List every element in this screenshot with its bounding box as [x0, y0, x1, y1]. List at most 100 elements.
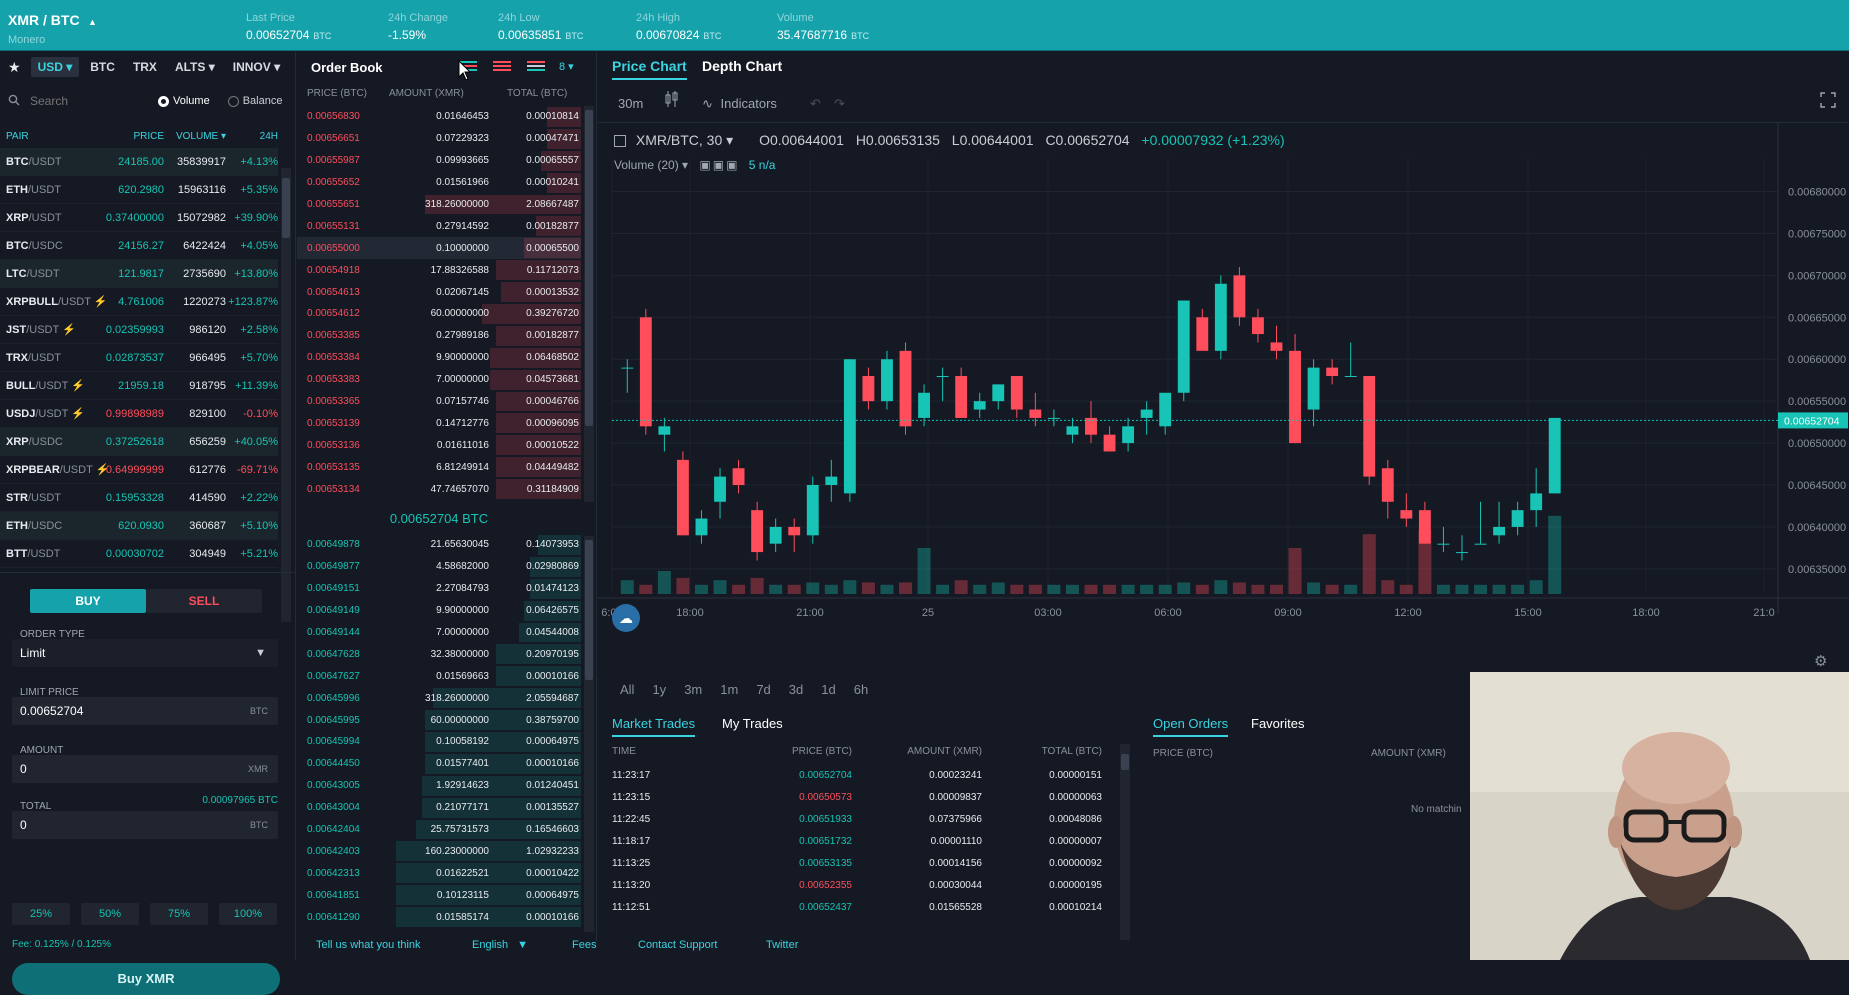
market-row[interactable]: USDJ/USDT ⚡ 0.99898989 829100 -0.10%: [0, 400, 278, 428]
range-3[interactable]: 1m: [720, 682, 738, 697]
market-tab-4[interactable]: INNOV ▾: [226, 57, 287, 77]
bid-row[interactable]: 0.00641851 0.10123115 0.00064975: [297, 884, 581, 906]
ask-row[interactable]: 0.00653383 7.00000000 0.04573681: [297, 369, 581, 391]
tab-depth-chart[interactable]: Depth Chart: [702, 58, 782, 74]
col-price[interactable]: PRICE: [90, 131, 164, 142]
tab-price-chart[interactable]: Price Chart: [612, 58, 687, 80]
ask-row[interactable]: 0.00653135 6.81249914 0.04449482: [297, 456, 581, 478]
indicators-button[interactable]: ∿ Indicators: [702, 90, 777, 118]
undo-icon[interactable]: ↶: [810, 90, 821, 118]
range-2[interactable]: 3m: [684, 682, 702, 697]
language-select[interactable]: English ▼: [472, 939, 528, 951]
bid-row[interactable]: 0.00649877 4.58682000 0.02980869: [297, 556, 581, 578]
market-row[interactable]: TRX/USDT 0.02873537 966495 +5.70%: [0, 344, 278, 372]
bid-row[interactable]: 0.00642313 0.01622521 0.00010422: [297, 862, 581, 884]
ask-row[interactable]: 0.00656651 0.07229323 0.00047471: [297, 128, 581, 150]
market-row[interactable]: BULL/USDT ⚡ 21959.18 918795 +11.39%: [0, 372, 278, 400]
ask-row[interactable]: 0.00655131 0.27914592 0.00182877: [297, 215, 581, 237]
ask-row[interactable]: 0.00653136 0.01611016 0.00010522: [297, 434, 581, 456]
ask-row[interactable]: 0.00653365 0.07157746 0.00046766: [297, 391, 581, 413]
contact-support-link[interactable]: Contact Support: [638, 939, 718, 951]
volume-radio[interactable]: Volume: [158, 95, 210, 107]
limit-price-input[interactable]: 0.00652704 BTC: [12, 697, 278, 725]
chart-settings-icon[interactable]: ⚙: [1814, 652, 1827, 670]
bid-row[interactable]: 0.00649151 2.27084793 0.01474123: [297, 578, 581, 600]
col-volume[interactable]: VOLUME ▾: [164, 131, 226, 142]
ask-row[interactable]: 0.00655000 0.10000000 0.00065500: [297, 237, 581, 260]
total-input[interactable]: 0 BTC: [12, 811, 278, 839]
market-row[interactable]: ETH/USDT 620.2980 15963116 +5.35%: [0, 176, 278, 204]
buy-tab[interactable]: BUY: [30, 589, 146, 613]
range-6[interactable]: 1d: [821, 682, 835, 697]
bid-row[interactable]: 0.00645994 0.10058192 0.00064975: [297, 731, 581, 753]
tab-open-orders[interactable]: Open Orders: [1153, 716, 1229, 737]
bids-scrollbar[interactable]: [584, 536, 594, 932]
trades-scrollbar[interactable]: [1120, 744, 1130, 940]
balance-radio[interactable]: Balance: [227, 95, 282, 107]
market-row[interactable]: BTT/USDT 0.00030702 304949 +5.21%: [0, 540, 278, 568]
bid-row[interactable]: 0.00643005 1.92914623 0.01240451: [297, 775, 581, 797]
ask-row[interactable]: 0.00656830 0.01646453 0.00010814: [297, 106, 581, 128]
market-row[interactable]: LTC/USDT 121.9817 2735690 +13.80%: [0, 260, 278, 288]
bid-row[interactable]: 0.00642404 25.75731573 0.16546603: [297, 819, 581, 841]
ask-row[interactable]: 0.00655987 0.09993665 0.00065557: [297, 150, 581, 172]
ask-row[interactable]: 0.00655651 318.26000000 2.08667487: [297, 194, 581, 216]
market-tab-1[interactable]: BTC: [83, 57, 122, 77]
caret-up-icon[interactable]: ▲: [88, 17, 97, 27]
ask-row[interactable]: 0.00653134 47.74657070 0.31184909: [297, 478, 581, 500]
fees-link[interactable]: Fees: [572, 939, 596, 951]
pair-selector[interactable]: XMR / BTC ▲ Monero: [8, 12, 97, 46]
range-0[interactable]: All: [620, 682, 634, 697]
pair-name[interactable]: XMR / BTC: [8, 12, 80, 28]
bid-row[interactable]: 0.00645996 318.26000000 2.05594687: [297, 687, 581, 709]
market-row[interactable]: ETH/USDC 620.0930 360687 +5.10%: [0, 512, 278, 540]
ask-row[interactable]: 0.00654613 0.02067145 0.00013532: [297, 281, 581, 303]
ask-row[interactable]: 0.00655652 0.01561966 0.00010241: [297, 172, 581, 194]
market-row[interactable]: XRP/USDT 0.37400000 15072982 +39.90%: [0, 204, 278, 232]
candle-style-icon[interactable]: [664, 90, 680, 118]
col-change[interactable]: 24H: [226, 131, 278, 142]
ask-row[interactable]: 0.00653384 9.90000000 0.06468502: [297, 347, 581, 369]
range-7[interactable]: 6h: [854, 682, 868, 697]
ask-row[interactable]: 0.00653139 0.14712776 0.00096095: [297, 412, 581, 434]
tab-market-trades[interactable]: Market Trades: [612, 716, 696, 737]
pct-button-3[interactable]: 100%: [219, 903, 277, 925]
col-pair[interactable]: PAIR: [0, 131, 90, 142]
redo-icon[interactable]: ↷: [834, 90, 845, 118]
market-tab-0[interactable]: USD ▾: [30, 57, 80, 77]
order-type-select[interactable]: Limit ▼: [12, 639, 278, 667]
bid-row[interactable]: 0.00642403 160.23000000 1.02932233: [297, 840, 581, 862]
amount-input[interactable]: 0 XMR: [12, 755, 278, 783]
sell-tab[interactable]: SELL: [146, 589, 262, 613]
pct-button-1[interactable]: 50%: [81, 903, 139, 925]
market-row[interactable]: XRP/USDC 0.37252618 656259 +40.05%: [0, 428, 278, 456]
bid-row[interactable]: 0.00643004 0.21077171 0.00135527: [297, 797, 581, 819]
ask-row[interactable]: 0.00654918 17.88326588 0.11712073: [297, 259, 581, 281]
feedback-link[interactable]: Tell us what you think: [316, 939, 421, 951]
markets-scrollbar[interactable]: [281, 168, 291, 622]
bid-row[interactable]: 0.00649149 9.90000000 0.06426575: [297, 600, 581, 622]
bid-row[interactable]: 0.00641290 0.01585174 0.00010166: [297, 906, 581, 928]
bid-row[interactable]: 0.00647627 0.01569663 0.00010166: [297, 665, 581, 687]
market-row[interactable]: STR/USDT 0.15953328 414590 +2.22%: [0, 484, 278, 512]
market-row[interactable]: BTC/USDC 24156.27 6422424 +4.05%: [0, 232, 278, 260]
pct-button-2[interactable]: 75%: [150, 903, 208, 925]
view-asks-icon[interactable]: [493, 60, 511, 74]
market-row[interactable]: BTC/USDT 24185.00 35839917 +4.13%: [0, 148, 278, 176]
ask-row[interactable]: 0.00653385 0.27989186 0.00182877: [297, 325, 581, 347]
market-tab-3[interactable]: ALTS ▾: [168, 57, 222, 77]
market-tab-2[interactable]: TRX: [126, 57, 164, 77]
range-4[interactable]: 7d: [756, 682, 770, 697]
ask-row[interactable]: 0.00654612 60.00000000 0.39276720: [297, 303, 581, 325]
view-bids-icon[interactable]: [527, 60, 545, 74]
bid-row[interactable]: 0.00649144 7.00000000 0.04544008: [297, 622, 581, 644]
asks-scrollbar[interactable]: [584, 106, 594, 502]
tab-favorites[interactable]: Favorites: [1251, 716, 1304, 731]
search-input[interactable]: [30, 94, 148, 108]
candlestick-chart[interactable]: 0.00680000 0.00675000 0.00670000 0.00665000…: [598, 122, 1849, 682]
bid-row[interactable]: 0.00647628 32.38000000 0.20970195: [297, 643, 581, 665]
market-row[interactable]: XRPBULL/USDT ⚡ 4.761006 1220273 +123.87%: [0, 288, 278, 316]
market-row[interactable]: JST/USDT ⚡ 0.02359993 986120 +2.58%: [0, 316, 278, 344]
buy-xmr-button[interactable]: Buy XMR: [12, 963, 280, 995]
bid-row[interactable]: 0.00645995 60.00000000 0.38759700: [297, 709, 581, 731]
